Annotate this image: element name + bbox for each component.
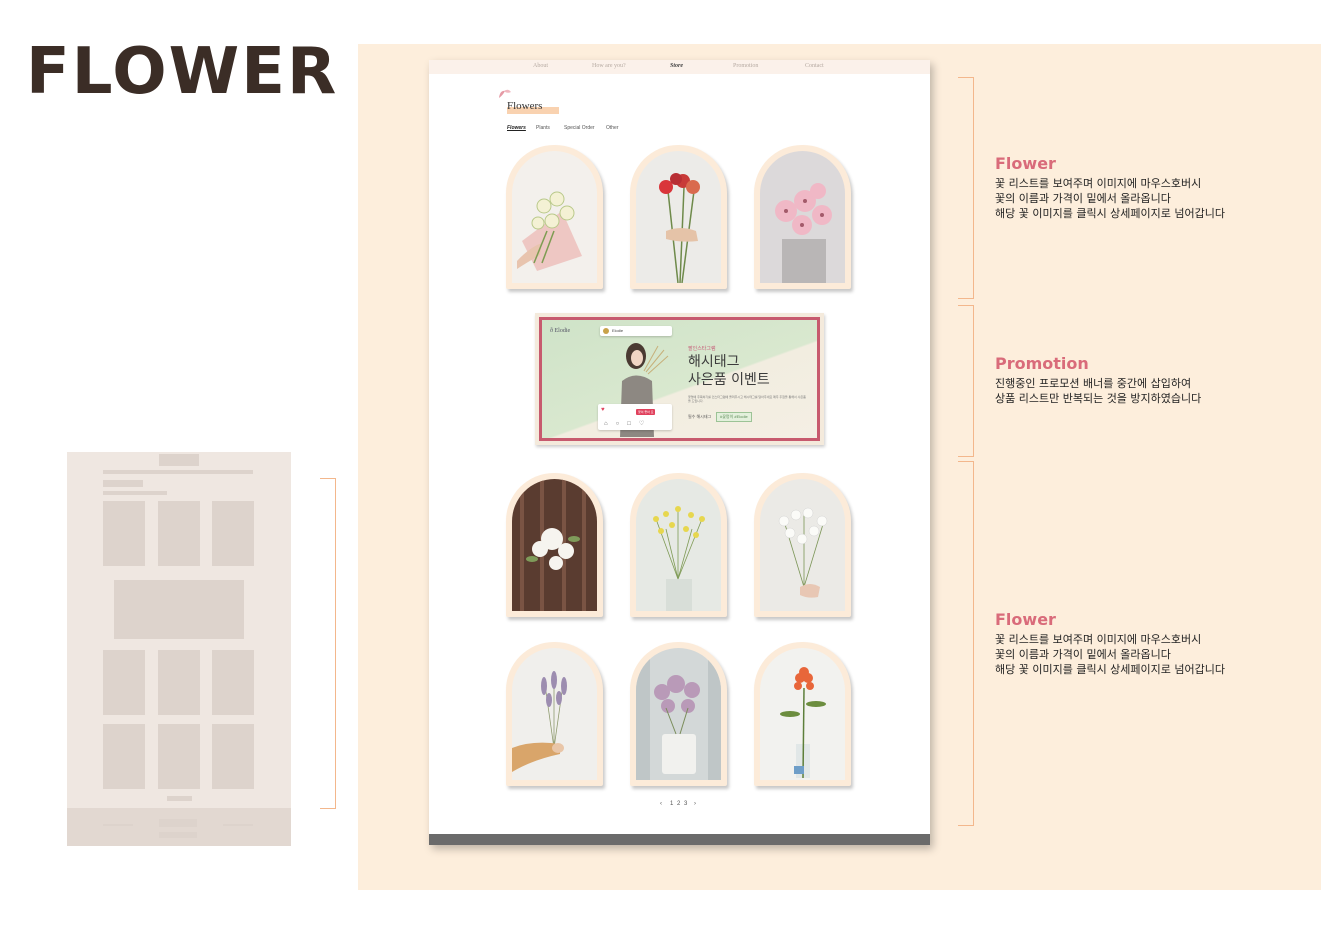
- flower-image: [512, 151, 597, 283]
- flower-image: [512, 648, 597, 780]
- pagination-prev[interactable]: ‹: [660, 801, 662, 807]
- nav-contact[interactable]: Contact: [805, 63, 824, 69]
- tab-plants[interactable]: Plants: [536, 125, 550, 131]
- note-title: Flower: [995, 610, 1056, 629]
- post-like-button[interactable]: 꽃이 좋아 요: [636, 409, 656, 415]
- flower-card[interactable]: [506, 642, 603, 786]
- promotion-banner[interactable]: ð Elodie Elodie ♥ 꽃이 좋아 요 ⌂○□♡ 팔인스타그램 해시…: [535, 313, 824, 445]
- pagination-page[interactable]: 1: [670, 801, 673, 807]
- section-bracket: [958, 461, 974, 826]
- nav-about[interactable]: About: [533, 63, 548, 69]
- flower-image: [512, 479, 597, 611]
- note-title: Flower: [995, 154, 1056, 173]
- instagram-post-header: Elodie: [600, 326, 672, 336]
- flower-image: [760, 648, 845, 780]
- site-footer: [429, 834, 930, 845]
- page-title: FLOWER: [26, 35, 339, 109]
- site-nav: About How are you? Store Promotion Conta…: [429, 60, 930, 74]
- note-body: 진행중인 프로모션 배너를 중간에 삽입하여 상품 리스트만 반복되는 것을 방…: [995, 377, 1202, 405]
- flower-card[interactable]: [630, 473, 727, 617]
- flower-image: [636, 648, 721, 780]
- banner-brand: ð Elodie: [550, 328, 571, 334]
- website-mockup: About How are you? Store Promotion Conta…: [429, 60, 930, 845]
- note-body: 꽃 리스트를 보여주며 이미지에 마우스호버시 꽃의 이름과 가격이 밑에서 올…: [995, 633, 1226, 676]
- banner-frame: ð Elodie Elodie ♥ 꽃이 좋아 요 ⌂○□♡ 팔인스타그램 해시…: [539, 317, 820, 441]
- instagram-post-footer: ♥ 꽃이 좋아 요 ⌂○□♡: [598, 404, 672, 430]
- flower-card[interactable]: [630, 145, 727, 289]
- flower-card[interactable]: [754, 642, 851, 786]
- wireframe-bracket: [320, 478, 336, 809]
- home-icon: ⌂○□♡: [604, 421, 653, 427]
- post-username: Elodie: [612, 328, 624, 333]
- heart-icon: ♥: [601, 407, 605, 413]
- banner-hashtag: #꽃멍이 #Elodie: [716, 412, 752, 422]
- banner-subtitle: 팔인스타그램: [688, 346, 716, 352]
- flower-card[interactable]: [754, 473, 851, 617]
- banner-description: 꽃멍에 주목하기를 인스타그램에 올려주시고 해시태그를 달아주세요 매주 추첨…: [688, 395, 806, 404]
- tab-other[interactable]: Other: [606, 125, 619, 131]
- banner-headline-line1: 해시태그: [688, 354, 740, 370]
- pagination-page[interactable]: 2: [677, 801, 680, 807]
- pagination-page[interactable]: 3: [684, 801, 687, 807]
- flower-card[interactable]: [506, 145, 603, 289]
- note-title: Promotion: [995, 354, 1089, 373]
- flower-card[interactable]: [506, 473, 603, 617]
- note-body: 꽃 리스트를 보여주며 이미지에 마우스호버시 꽃의 이름과 가격이 밑에서 올…: [995, 177, 1226, 220]
- section-bracket: [958, 77, 974, 299]
- flower-image: [636, 151, 721, 283]
- tab-flowers[interactable]: Flowers: [507, 125, 526, 131]
- tab-special-order[interactable]: Special Order: [564, 125, 595, 131]
- pagination-next[interactable]: ›: [694, 801, 696, 807]
- section-bracket: [958, 305, 974, 457]
- category-title: Flowers: [507, 100, 543, 112]
- banner-headline: 해시태그 사은품 이벤트: [688, 354, 770, 389]
- wireframe-thumbnail: [67, 452, 291, 846]
- banner-tag-label: 필수 해시태그: [688, 414, 712, 419]
- flower-image: [760, 479, 845, 611]
- nav-promotion[interactable]: Promotion: [733, 63, 758, 69]
- flower-card[interactable]: [754, 145, 851, 289]
- avatar: [603, 328, 609, 334]
- flower-image: [760, 151, 845, 283]
- flower-logo-icon: [499, 89, 511, 98]
- flower-card[interactable]: [630, 642, 727, 786]
- nav-how-are-you[interactable]: How are you?: [592, 63, 626, 69]
- flower-image: [636, 479, 721, 611]
- banner-headline-line2: 사은품 이벤트: [688, 371, 770, 388]
- nav-store[interactable]: Store: [670, 63, 683, 69]
